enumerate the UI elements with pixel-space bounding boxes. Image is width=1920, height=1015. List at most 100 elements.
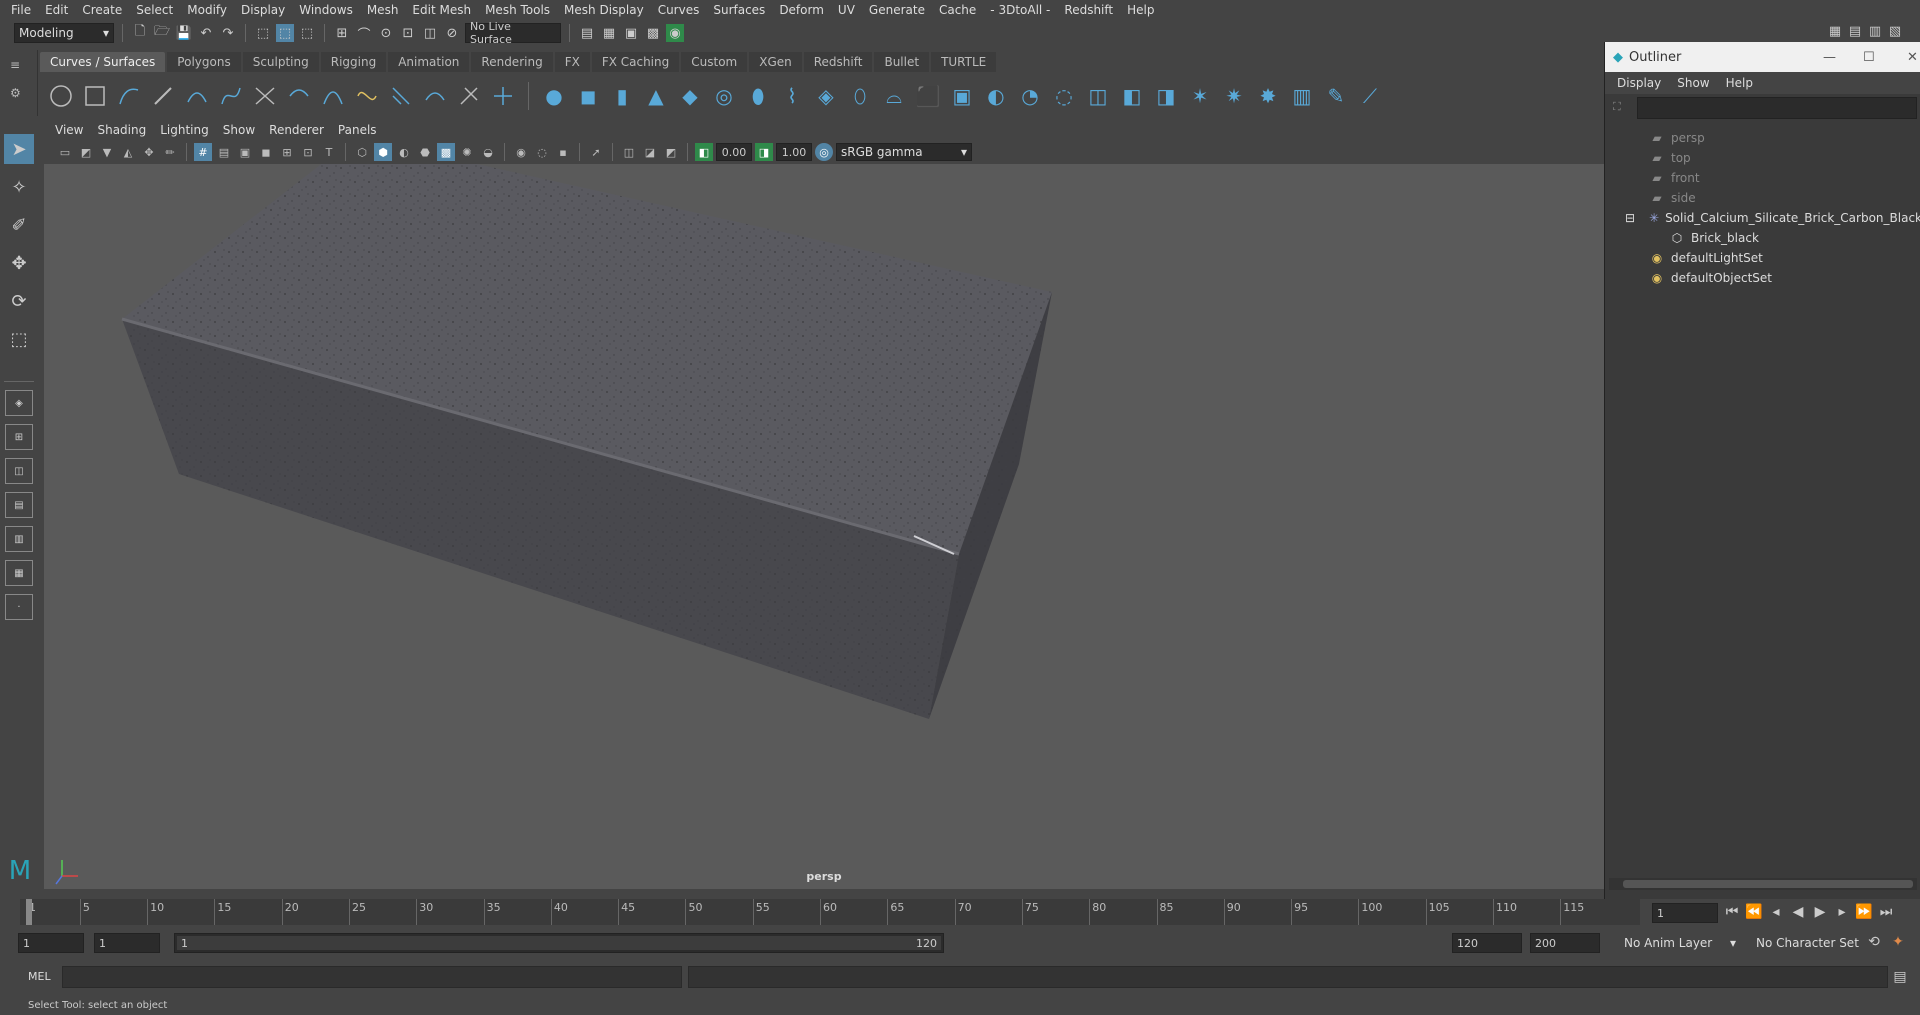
nurbs-circle-icon[interactable] <box>48 83 74 109</box>
step-forward-key-icon[interactable]: ⏩ <box>1854 903 1874 921</box>
current-time-marker[interactable] <box>26 899 32 925</box>
nurbs-cylinder-icon[interactable]: ▮ <box>609 83 635 109</box>
render-view-icon[interactable]: ▦ <box>600 24 618 42</box>
go-to-end-icon[interactable]: ⏭ <box>1876 903 1896 921</box>
shelf-tab-xgen[interactable]: XGen <box>749 52 802 72</box>
scale-tool-icon[interactable]: ⬚ <box>4 324 34 354</box>
nurbs-torus-icon[interactable]: ◎ <box>711 83 737 109</box>
nurbs-cube-icon[interactable]: ◼ <box>575 83 601 109</box>
panel-menu-shading[interactable]: Shading <box>90 123 153 137</box>
time-slider[interactable]: 1 5 10 15 20 25 30 35 40 45 50 55 60 65 70 75 80 85 90 95 10… <box>0 899 1920 929</box>
snap-grid-icon[interactable]: ⊞ <box>333 24 351 42</box>
snap-curve-icon[interactable]: ⌒ <box>355 24 373 43</box>
menu-mesh-display[interactable]: Mesh Display <box>557 3 651 17</box>
grid-icon[interactable]: # <box>194 143 212 161</box>
exposure-icon[interactable]: ◧ <box>695 143 713 161</box>
go-to-start-icon[interactable]: ⏮ <box>1722 903 1742 921</box>
shelf-tab-fx-caching[interactable]: FX Caching <box>591 52 680 72</box>
step-back-frame-icon[interactable]: ◂ <box>1766 903 1786 921</box>
attach-curves-icon[interactable] <box>252 83 278 109</box>
outliner-menu-help[interactable]: Help <box>1718 76 1761 90</box>
animation-preferences-icon[interactable]: ✦ <box>1888 933 1908 951</box>
anim-layer-dropdown[interactable]: No Anim Layer ▾ <box>1620 933 1740 953</box>
open-close-icon[interactable]: ▥ <box>1289 83 1315 109</box>
smooth-shade-icon[interactable]: ⬢ <box>374 143 392 161</box>
outliner-item[interactable]: ▰ front <box>1605 168 1920 188</box>
menu-cache[interactable]: Cache <box>932 3 983 17</box>
shelf-tab-rigging[interactable]: Rigging <box>320 52 387 72</box>
xray-joints-icon[interactable]: ◪ <box>641 143 659 161</box>
render-current-icon[interactable]: ▣ <box>622 24 640 42</box>
menu-select[interactable]: Select <box>129 3 180 17</box>
panel-menu-show[interactable]: Show <box>216 123 262 137</box>
command-input[interactable] <box>62 966 682 988</box>
maximize-icon[interactable]: ☐ <box>1863 50 1875 65</box>
start-time-field[interactable]: 1 <box>18 933 84 953</box>
menu-edit-mesh[interactable]: Edit Mesh <box>405 3 478 17</box>
close-icon[interactable]: ✕ <box>1907 50 1918 65</box>
bezier-curve-icon[interactable] <box>218 83 244 109</box>
select-tool-icon[interactable]: ➤ <box>4 134 34 164</box>
bookmark-icon[interactable]: ▼ <box>98 143 116 161</box>
sculpt-geometry-icon[interactable]: ✎ <box>1323 83 1349 109</box>
two-d-pan-icon[interactable]: ✥ <box>140 143 158 161</box>
hypershade-layout-icon[interactable]: ▦ <box>5 560 33 586</box>
select-object-icon[interactable]: ⬚ <box>276 24 294 42</box>
menu-create[interactable]: Create <box>75 3 129 17</box>
live-surface-field[interactable]: No Live Surface <box>465 20 561 46</box>
camera-attributes-icon[interactable]: ◩ <box>77 143 95 161</box>
brick-mesh[interactable] <box>44 164 1604 889</box>
reverse-curve-icon[interactable] <box>354 83 380 109</box>
use-default-material-icon[interactable]: ◐ <box>395 143 413 161</box>
detach-curve-icon[interactable] <box>286 83 312 109</box>
shelf-tab-redshift[interactable]: Redshift <box>803 52 873 72</box>
scrollbar-thumb[interactable] <box>1623 880 1913 888</box>
bevel-icon[interactable]: ◐ <box>983 83 1009 109</box>
intersect-icon[interactable]: ◌ <box>1051 83 1077 109</box>
shelf-tab-rendering[interactable]: Rendering <box>471 52 553 72</box>
nurbs-plane-icon[interactable]: ◆ <box>677 83 703 109</box>
shelf-tab-curves-surfaces[interactable]: Curves / Surfaces <box>40 52 166 72</box>
gamma-field[interactable]: 1.00 <box>776 143 812 161</box>
current-frame-field[interactable]: 1 <box>1652 903 1718 923</box>
motion-blur-icon[interactable]: ◌ <box>533 143 551 161</box>
end-time-field[interactable]: 200 <box>1530 933 1600 953</box>
menu-windows[interactable]: Windows <box>292 3 360 17</box>
ep-curve-icon[interactable] <box>184 83 210 109</box>
outliner-item[interactable]: ▰ side <box>1605 188 1920 208</box>
multisample-aa-icon[interactable]: ▪ <box>554 143 572 161</box>
outliner-item[interactable]: ▰ persp <box>1605 128 1920 148</box>
menu-curves[interactable]: Curves <box>651 3 707 17</box>
outliner-item[interactable]: ⬡ Brick_black <box>1605 228 1920 248</box>
move-tool-icon[interactable]: ✥ <box>4 248 34 278</box>
snap-surface-icon[interactable]: ◫ <box>421 24 439 42</box>
gamma-icon[interactable]: ◨ <box>755 143 773 161</box>
script-editor-icon[interactable]: ▤ <box>1890 968 1910 986</box>
character-set-dropdown[interactable]: No Character Set <box>1752 933 1864 953</box>
menu-3dtoall[interactable]: - 3DtoAll - <box>983 3 1057 17</box>
grease-pencil-icon[interactable]: ✏ <box>161 143 179 161</box>
revolve-icon[interactable]: ⬮ <box>745 83 771 109</box>
menu-display[interactable]: Display <box>234 3 292 17</box>
panel-menu-panels[interactable]: Panels <box>331 123 384 137</box>
color-management-icon[interactable]: ◎ <box>815 143 833 161</box>
four-view-layout-icon[interactable]: ⊞ <box>5 424 33 450</box>
render-settings-icon[interactable]: ▤ <box>578 24 596 42</box>
rebuild-curve-icon[interactable] <box>320 83 346 109</box>
panel-menu-lighting[interactable]: Lighting <box>153 123 216 137</box>
shelf-tab-custom[interactable]: Custom <box>681 52 748 72</box>
save-scene-icon[interactable]: 💾 <box>175 24 193 42</box>
auto-key-icon[interactable]: ⟲ <box>1864 933 1884 951</box>
side-by-side-layout-icon[interactable]: ◫ <box>5 458 33 484</box>
ipr-render-icon[interactable]: ▩ <box>644 24 662 42</box>
menu-generate[interactable]: Generate <box>862 3 932 17</box>
shelf-tab-animation[interactable]: Animation <box>388 52 470 72</box>
toggle-attribute-icon[interactable]: ▥ <box>1866 22 1884 40</box>
filter-icon[interactable]: ⛶ <box>1613 100 1621 114</box>
nurbs-sphere-icon[interactable]: ● <box>541 83 567 109</box>
open-scene-icon[interactable]: 🗁 <box>153 24 171 42</box>
outliner-menu-display[interactable]: Display <box>1609 76 1669 90</box>
menu-deform[interactable]: Deform <box>772 3 831 17</box>
rotate-tool-icon[interactable]: ⟳ <box>4 286 34 316</box>
snap-view-icon[interactable]: ⊡ <box>399 24 417 42</box>
